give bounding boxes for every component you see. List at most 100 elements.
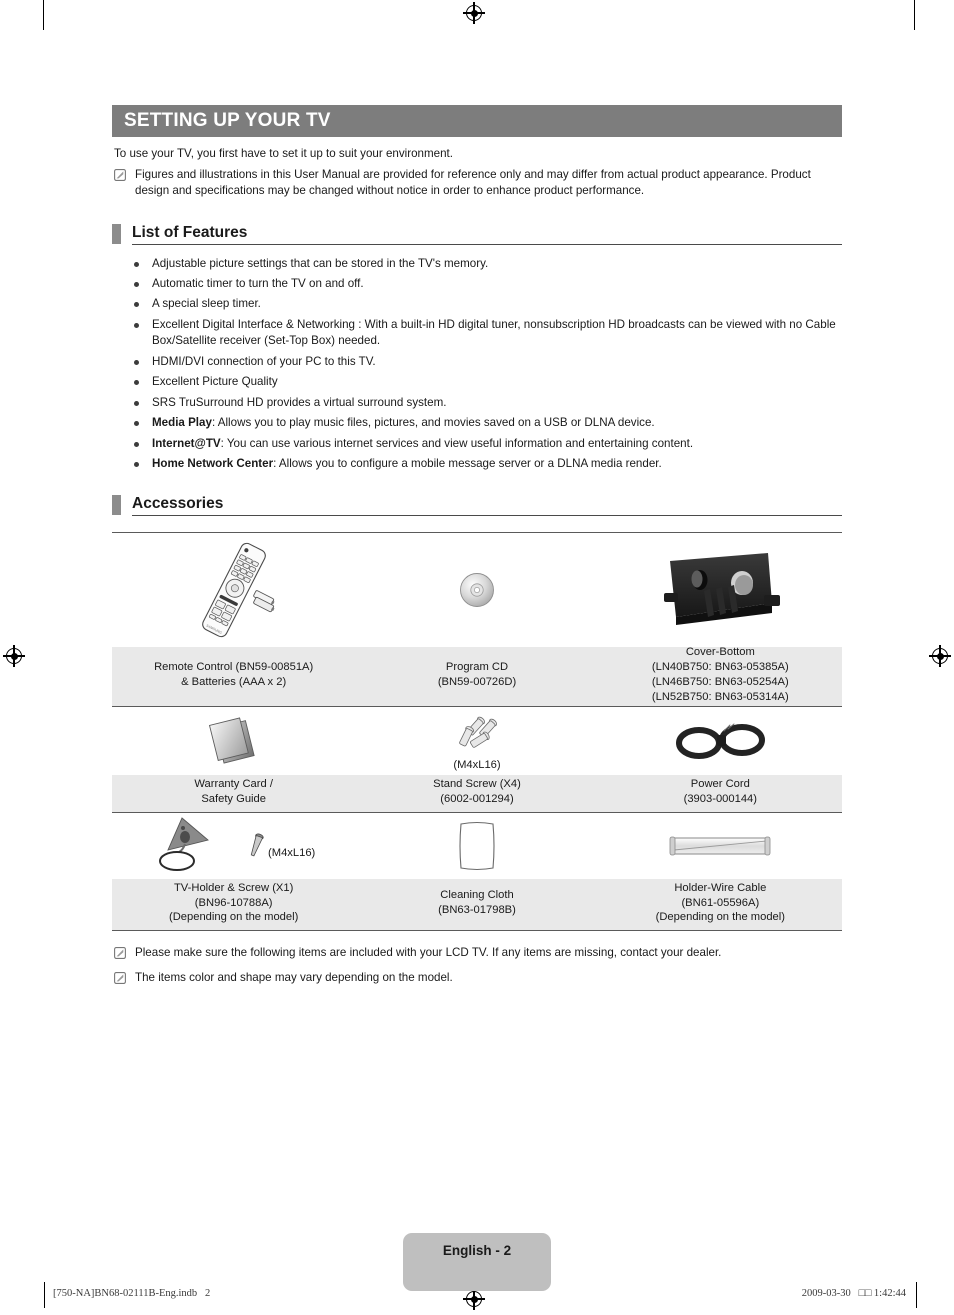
accessories-row: (M4xL16) TV-Holder & Screw (X1) (BN96-10… (112, 813, 842, 931)
bullet-icon (134, 462, 139, 468)
accessory-caption: TV-Holder & Screw (X1) (BN96-10788A) (Depe… (168, 881, 299, 924)
page-content: SETTING UP YOUR TV To use your TV, you f… (112, 0, 842, 986)
accessory-caption: Remote Control (BN59-00851A) & Batteries … (154, 661, 314, 689)
note-icon (114, 972, 126, 984)
bullet-icon (134, 302, 139, 308)
power-cord-icon (676, 723, 766, 759)
accessory-sub-note: (M4xL16) (268, 846, 316, 859)
accessory-caption: Cleaning Cloth (BN63-01798B) (438, 889, 516, 917)
feature-term: Internet@TV (152, 436, 221, 450)
bullet-icon (134, 261, 139, 267)
chapter-note: Figures and illustrations in this User M… (112, 167, 842, 200)
note-icon (114, 946, 126, 959)
feature-text: Automatic timer to turn the TV on and of… (152, 277, 364, 290)
features-heading: List of Features (132, 223, 248, 241)
accessories-note-text: Please make sure the following items are… (135, 945, 722, 959)
registration-mark-right (929, 645, 951, 667)
crop-mark-bottom-right (915, 1282, 917, 1308)
bullet-icon (134, 441, 139, 447)
accessory-caption: Program CD (BN59-00726D) (437, 661, 517, 689)
section-header-accessories: Accessories (112, 494, 842, 516)
accessories-note: The items color and shape may vary depen… (112, 970, 842, 986)
accessory-image-cell (112, 707, 355, 775)
feature-term: Media Play (152, 416, 212, 430)
feature-text: Media Play: Allows you to play music fil… (152, 416, 655, 430)
print-source-file: [750-NA]BN68-02111B-Eng.indb 2 (53, 1288, 211, 1299)
cleaning-cloth-icon (459, 821, 495, 870)
accessory-caption: Cover-Bottom (LN40B750: BN63-05385A) (LN46… (651, 646, 789, 703)
features-list: Adjustable picture settings that can be … (112, 256, 842, 473)
feature-term: Home Network Center (152, 457, 274, 471)
feature-item: Media Play: Allows you to play music fil… (134, 415, 842, 431)
feature-text: Excellent Digital Interface & Networking… (152, 317, 836, 348)
accessories-row: (M4xL16) Warranty Card / Safety Guide St… (112, 707, 842, 813)
registration-mark-bottom (463, 1288, 485, 1310)
page-number-label: English - 2 (442, 1243, 512, 1258)
feature-item: Excellent Digital Interface & Networking… (134, 317, 842, 350)
registration-mark-left (3, 645, 25, 667)
bullet-icon (134, 421, 139, 427)
section-marker-icon (112, 223, 121, 244)
accessory-image-cell (599, 533, 842, 647)
feature-item: A special sleep timer. (134, 296, 842, 312)
chapter-title: SETTING UP YOUR TV (124, 110, 331, 131)
section-marker-icon (112, 494, 121, 515)
feature-text: A special sleep timer. (152, 297, 261, 311)
bullet-icon (134, 282, 139, 287)
holder-wire-cable-icon (669, 836, 771, 855)
chapter-intro-text: To use your TV, you first have to set it… (114, 147, 453, 160)
accessory-caption: Warranty Card / Safety Guide (194, 778, 273, 806)
batteries (252, 589, 275, 612)
cover-bottom-icon (664, 552, 781, 625)
accessories-table: SAMSUNG Remote Control (BN59-00851A) & B… (112, 531, 842, 931)
screw-icon (250, 833, 264, 856)
warranty-card-icon (208, 716, 255, 764)
feature-item: Adjustable picture settings that can be … (134, 256, 842, 272)
accessory-image-cell: (M4xL16) (112, 813, 355, 879)
bullet-icon (134, 359, 139, 365)
feature-text: Internet@TV: You can use various interne… (152, 436, 694, 450)
accessory-caption: Power Cord (3903-000144) (683, 778, 758, 806)
accessory-caption: Holder-Wire Cable (BN61-05596A) (Depending… (655, 881, 785, 924)
feature-text: Home Network Center: Allows you to confi… (152, 457, 662, 471)
feature-item: HDMI/DVI connection of your PC to this T… (134, 354, 842, 370)
accessory-sub-note: (M4xL16) (453, 758, 501, 771)
accessory-image-cell (355, 813, 598, 879)
remote-control-icon: SAMSUNG (201, 542, 275, 637)
feature-text: Excellent Picture Quality (152, 375, 278, 389)
chapter-note-text: Figures and illustrations in this User M… (135, 167, 811, 198)
accessory-image-cell (599, 707, 842, 775)
accessories-row: SAMSUNG Remote Control (BN59-00851A) & B… (112, 533, 842, 707)
print-timestamp: 2009-03-30 □□ 1:42:44 (801, 1288, 906, 1299)
accessory-image-cell (355, 533, 598, 647)
crop-mark-top-right (914, 0, 916, 30)
feature-item: Excellent Picture Quality (134, 374, 842, 390)
accessories-heading: Accessories (132, 494, 224, 512)
crop-mark-bottom-left (44, 1282, 46, 1308)
accessories-note: Please make sure the following items are… (112, 945, 842, 961)
page-number-tab: English - 2 (403, 1233, 551, 1291)
bullet-icon (134, 322, 139, 328)
bullet-icon (134, 400, 139, 406)
chapter-title-bar: SETTING UP YOUR TV (112, 105, 842, 137)
feature-item: Internet@TV: You can use various interne… (134, 436, 842, 452)
accessories-note-text: The items color and shape may vary depen… (135, 970, 453, 984)
feature-item: SRS TruSurround HD provides a virtual su… (134, 395, 842, 411)
feature-text: SRS TruSurround HD provides a virtual su… (152, 395, 447, 409)
bullet-icon (134, 380, 139, 386)
section-header-features: List of Features (112, 223, 842, 245)
crop-mark-top-left (43, 0, 45, 30)
accessory-caption: Stand Screw (X4) (6002-001294) (433, 778, 521, 806)
stand-screw-icon (459, 716, 497, 748)
program-cd-icon (460, 572, 494, 607)
feature-item: Automatic timer to turn the TV on and of… (134, 276, 842, 292)
feature-item: Home Network Center: Allows you to confi… (134, 456, 842, 472)
tv-holder-screw-icon (159, 816, 209, 871)
note-icon (114, 168, 126, 181)
accessory-image-cell: (M4xL16) (355, 707, 598, 775)
feature-text: Adjustable picture settings that can be … (152, 256, 489, 270)
feature-text: HDMI/DVI connection of your PC to this T… (152, 354, 376, 368)
accessory-image-cell (599, 813, 842, 879)
accessories-notes: Please make sure the following items are… (112, 945, 842, 987)
accessory-image-cell: SAMSUNG (112, 533, 355, 647)
